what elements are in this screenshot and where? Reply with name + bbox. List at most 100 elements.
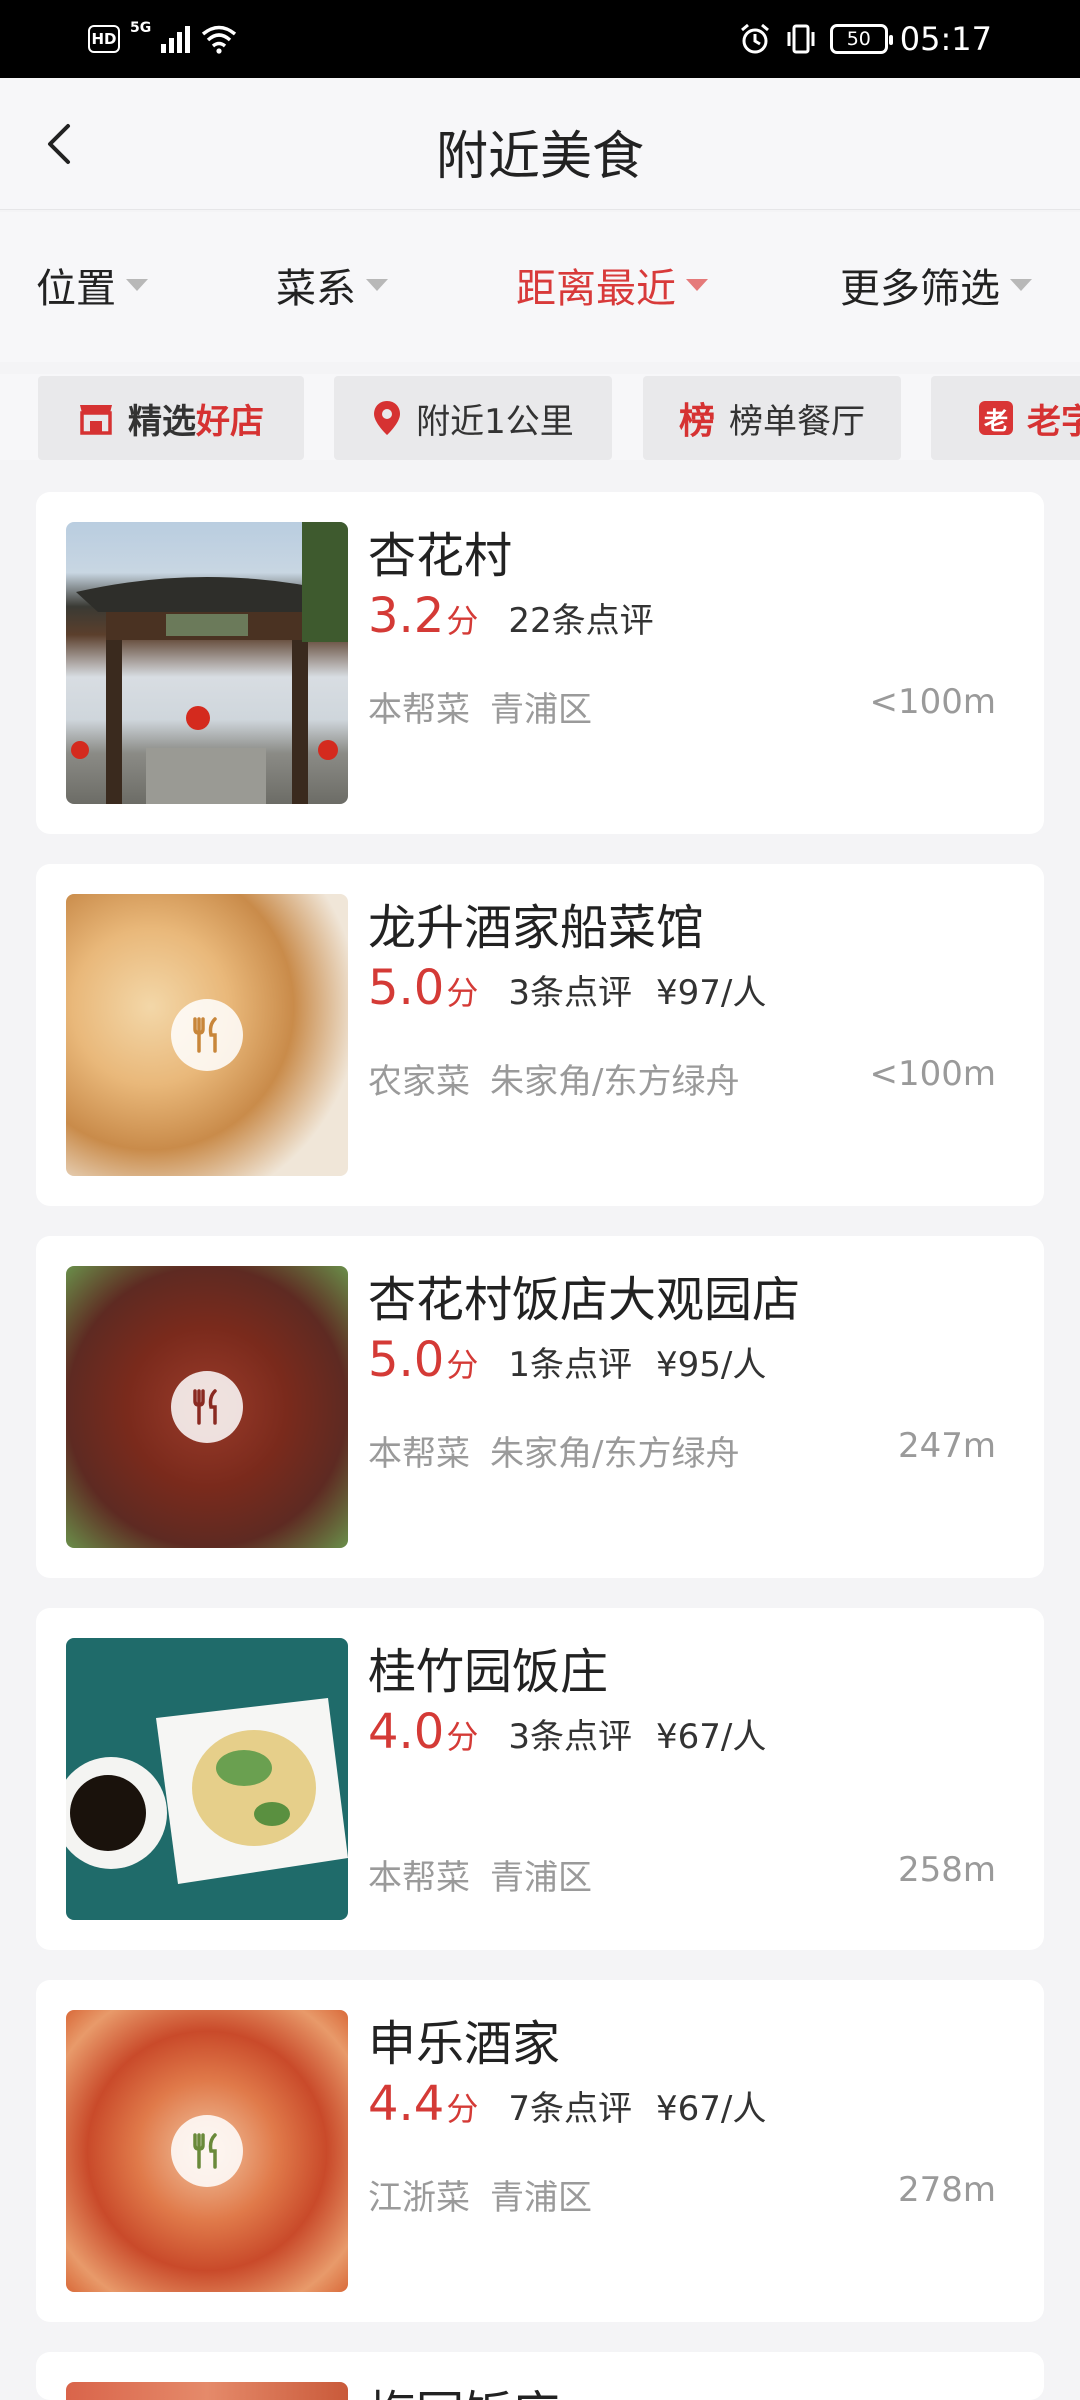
rating-unit: 分 [446,1718,479,1756]
cuisine-tag: 农家菜 [368,1062,470,1102]
restaurant-name: 杏花村 [368,528,513,584]
area-tag: 朱家角/东方绿舟 [490,1062,740,1102]
chicken-dish-photo [66,1698,348,1884]
battery-icon: 50 [829,24,893,54]
cuisine-tag: 本帮菜 [368,1858,470,1898]
review-count: 1条点评 [508,1345,632,1385]
chip-old-brand[interactable]: 老 老字 [931,376,1080,460]
network-type: 5G [130,20,152,36]
cuisine-tag: 江浙菜 [368,2178,470,2218]
nav-bar: 附近美食 [0,78,1080,210]
area-tag: 青浦区 [490,2178,592,2218]
rating-unit: 分 [446,2090,479,2128]
chip-nearby-1km[interactable]: 附近1公里 [334,376,612,460]
fork-knife-icon [171,1371,243,1443]
area-tag: 朱家角/东方绿舟 [490,1434,740,1474]
restaurant-card[interactable]: 杏花村饭店大观园店 5.0 分 1条点评 ¥95/人 本帮菜 朱家角/东方绿舟 24… [36,1236,1044,1578]
restaurant-name: 桂竹园饭庄 [368,1644,609,1700]
restaurant-card[interactable]: 龙升酒家船菜馆 5.0 分 3条点评 ¥97/人 农家菜 朱家角/东方绿舟 <100… [36,864,1044,1206]
filter-cuisine[interactable]: 菜系 [276,256,388,314]
status-left: HD 5G [88,20,238,58]
dropdown-caret-icon [686,279,708,291]
chip-label: 榜单餐厅 [729,401,865,442]
restaurant-meta: 4.4 分 7条点评 ¥67/人 [368,2076,766,2132]
avg-price: ¥95/人 [656,1345,767,1385]
old-brand-icon: 老 [979,401,1013,435]
restaurant-card[interactable]: 桂竹园饭庄 4.0 分 3条点评 ¥67/人 本帮菜 青浦区 258m [36,1608,1044,1950]
alarm-icon [740,23,769,54]
rating-score: 5.0 [368,960,445,1016]
restaurant-photo [66,1266,348,1548]
restaurant-card[interactable]: 杏花村 3.2 分 22条点评 本帮菜 青浦区 <100m [36,492,1044,834]
gate-photo [71,522,348,804]
restaurant-tags: 本帮菜 朱家角/东方绿舟 [368,1426,739,1475]
rating-unit: 分 [446,974,479,1012]
area-tag: 青浦区 [490,1858,592,1898]
filter-location[interactable]: 位置 [36,256,148,314]
dropdown-caret-icon [1010,279,1032,291]
page-title: 附近美食 [435,127,644,187]
distance: 258m [897,1850,996,1890]
wifi-icon [202,25,237,54]
location-pin-icon [374,401,401,435]
restaurant-photo [66,522,348,804]
status-bar: HD 5G 50 05:17 [0,0,1080,78]
filter-label: 距离最近 [516,266,676,312]
ranking-icon: 榜 [678,401,715,442]
restaurant-card[interactable]: 梅园饭店 [36,2352,1044,2400]
restaurant-meta: 5.0 分 1条点评 ¥95/人 [368,1332,766,1388]
dropdown-caret-icon [126,279,148,291]
area-tag: 青浦区 [490,690,592,730]
restaurant-photo [66,894,348,1176]
chip-label: 老字 [1027,401,1080,442]
restaurant-name: 龙升酒家船菜馆 [368,900,705,956]
cuisine-tag: 本帮菜 [368,1434,470,1474]
rating-unit: 分 [446,1346,479,1384]
restaurant-name: 杏花村饭店大观园店 [368,1272,801,1328]
distance: <100m [869,1054,996,1094]
chip-label-b: 好店 [196,401,264,442]
filter-sort-distance[interactable]: 距离最近 [516,256,708,314]
filter-label: 位置 [36,266,116,312]
avg-price: ¥97/人 [656,973,767,1013]
rating-unit: 分 [446,602,479,640]
restaurant-meta: 4.0 分 3条点评 ¥67/人 [368,1704,766,1760]
restaurant-meta: 5.0 分 3条点评 ¥97/人 [368,960,766,1016]
review-count: 7条点评 [508,2089,632,2129]
restaurant-tags: 本帮菜 青浦区 [368,682,592,731]
rating-score: 5.0 [368,1332,445,1388]
chip-label-a: 精选 [128,401,196,442]
distance: <100m [869,682,996,722]
restaurant-tags: 江浙菜 青浦区 [368,2170,592,2219]
restaurant-photo [66,1638,348,1920]
status-right: 50 05:17 [738,18,992,60]
restaurant-name: 申乐酒家 [368,2016,561,2072]
rating-score: 4.0 [368,1704,445,1760]
rating-score: 4.4 [368,2076,445,2132]
avg-price: ¥67/人 [656,2089,767,2129]
filter-bar: 位置 菜系 距离最近 更多筛选 [0,212,1080,362]
store-icon [80,405,112,435]
review-count: 22条点评 [508,601,654,641]
filter-label: 菜系 [276,266,356,312]
clock: 05:17 [899,20,992,58]
quick-filter-chips: 精选好店 附近1公里 榜 榜单餐厅 老 老字 [0,374,1080,460]
restaurant-card[interactable]: 申乐酒家 4.4 分 7条点评 ¥67/人 江浙菜 青浦区 278m [36,1980,1044,2322]
filter-more[interactable]: 更多筛选 [840,256,1032,314]
vibrate-icon [787,24,815,54]
restaurant-meta: 3.2 分 22条点评 [368,588,654,644]
restaurant-tags: 本帮菜 青浦区 [368,1850,592,1899]
review-count: 3条点评 [508,973,632,1013]
distance: 247m [897,1426,996,1466]
restaurant-photo [66,2382,348,2400]
rating-score: 3.2 [368,588,445,644]
chip-label: 附近1公里 [416,401,574,442]
restaurant-photo [66,2010,348,2292]
dropdown-caret-icon [366,279,388,291]
signal-icon [161,25,191,53]
chip-ranking[interactable]: 榜 榜单餐厅 [643,376,901,460]
chip-featured-stores[interactable]: 精选好店 [38,376,304,460]
review-count: 3条点评 [508,1717,632,1757]
restaurant-tags: 农家菜 朱家角/东方绿舟 [368,1054,739,1103]
avg-price: ¥67/人 [656,1717,767,1757]
